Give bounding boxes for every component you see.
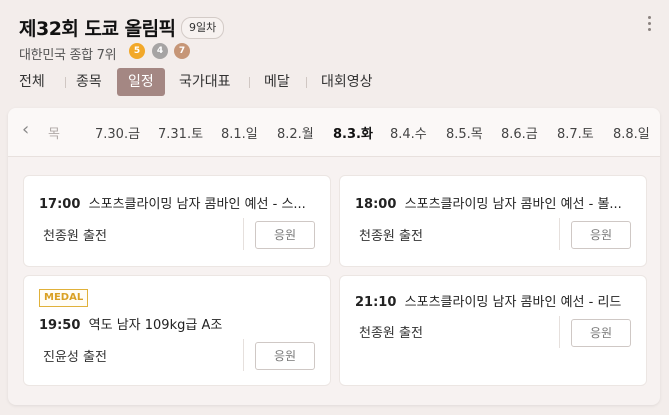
event-title: 17:00 스포츠클라이밍 남자 콤바인 예선 - 스...: [39, 193, 317, 212]
tab-sports[interactable]: 종목: [65, 68, 113, 96]
more-vertical-icon[interactable]: [648, 16, 652, 36]
date-item[interactable]: 8.1.일: [221, 123, 258, 142]
cheer-button[interactable]: 응원: [255, 342, 315, 370]
tab-medals[interactable]: 메달: [253, 68, 301, 96]
tab-all[interactable]: 전체: [8, 68, 56, 96]
event-time: 19:50: [39, 318, 81, 333]
athlete-label: 천종원 출전: [359, 229, 423, 244]
tab-divider: [306, 77, 307, 88]
date-item[interactable]: 7.30.금: [95, 123, 140, 142]
date-item[interactable]: 7.31.토: [158, 123, 203, 142]
event-title: 18:00 스포츠클라이밍 남자 콤바인 예선 - 볼...: [355, 193, 633, 212]
divider: [243, 339, 244, 371]
tab-national-team[interactable]: 국가대표: [168, 68, 242, 96]
event-name: 스포츠클라이밍 남자 콤바인 예선 - 스...: [88, 197, 306, 212]
cheer-button[interactable]: 응원: [571, 319, 631, 347]
athlete-label: 천종원 출전: [43, 229, 107, 244]
silver-medal-count: 4: [152, 43, 168, 59]
divider: [243, 218, 244, 250]
divider: [559, 218, 560, 250]
date-item[interactable]: 8.8.일: [613, 123, 650, 142]
date-item[interactable]: 목: [48, 123, 60, 142]
event-name: 역도 남자 109kg급 A조: [88, 318, 223, 333]
event-name: 스포츠클라이밍 남자 콤바인 예선 - 리드: [404, 295, 622, 310]
event-name: 스포츠클라이밍 남자 콤바인 예선 - 볼...: [404, 197, 622, 212]
event-title: 21:10 스포츠클라이밍 남자 콤바인 예선 - 리드: [355, 291, 633, 310]
date-selector: ‹ 목 7.30.금 7.31.토 8.1.일 8.2.월 8.3.화 8.4.…: [8, 108, 660, 157]
event-card[interactable]: 21:10 스포츠클라이밍 남자 콤바인 예선 - 리드 천종원 출전 응원: [339, 275, 647, 386]
schedule-panel: ‹ 목 7.30.금 7.31.토 8.1.일 8.2.월 8.3.화 8.4.…: [8, 108, 660, 405]
tab-videos[interactable]: 대회영상: [310, 68, 384, 96]
event-card[interactable]: 17:00 스포츠클라이밍 남자 콤바인 예선 - 스... 천종원 출전 응원: [23, 175, 331, 267]
gold-medal-count: 5: [129, 43, 145, 59]
date-item-selected[interactable]: 8.3.화: [333, 123, 373, 142]
event-time: 17:00: [39, 197, 81, 212]
bronze-medal-count: 7: [174, 43, 190, 59]
date-item[interactable]: 8.2.월: [277, 123, 314, 142]
date-item[interactable]: 8.4.수: [390, 123, 427, 142]
cheer-button[interactable]: 응원: [255, 221, 315, 249]
athlete-label: 천종원 출전: [359, 326, 423, 341]
day-badge: 9일차: [181, 17, 225, 39]
tab-schedule[interactable]: 일정: [117, 68, 165, 96]
medal-tag: MEDAL: [39, 289, 89, 307]
chevron-left-icon[interactable]: ‹: [22, 120, 42, 140]
event-card[interactable]: 18:00 스포츠클라이밍 남자 콤바인 예선 - 볼... 천종원 출전 응원: [339, 175, 647, 267]
event-time: 18:00: [355, 197, 397, 212]
date-item[interactable]: 8.5.목: [446, 123, 483, 142]
overall-rank: 대한민국 종합 7위: [19, 48, 117, 63]
tab-divider: [249, 77, 250, 88]
cheer-button[interactable]: 응원: [571, 221, 631, 249]
event-title: 19:50 역도 남자 109kg급 A조: [39, 314, 317, 333]
event-card[interactable]: MEDAL 19:50 역도 남자 109kg급 A조 진윤성 출전 응원: [23, 275, 331, 386]
page-title: 제32회 도쿄 올림픽: [19, 18, 176, 40]
date-item[interactable]: 8.6.금: [501, 123, 538, 142]
event-time: 21:10: [355, 295, 397, 310]
athlete-label: 진윤성 출전: [43, 350, 107, 365]
date-item[interactable]: 8.7.토: [557, 123, 594, 142]
divider: [559, 316, 560, 348]
olympics-header: 제32회 도쿄 올림픽 9일차 대한민국 종합 7위 5 4 7 전체 종목 일…: [0, 0, 669, 108]
